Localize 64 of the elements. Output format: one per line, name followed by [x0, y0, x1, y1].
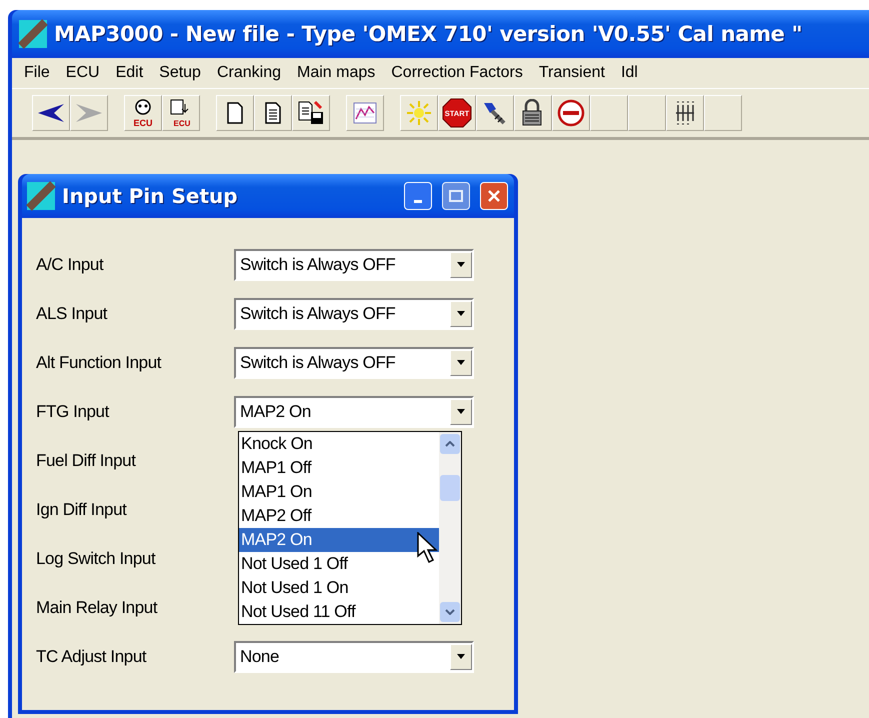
dropdown-field[interactable]: Switch is Always OFF	[234, 249, 474, 281]
chart-icon	[352, 101, 378, 125]
field-label: ALS Input	[36, 304, 108, 324]
dropdown-field[interactable]: Switch is Always OFF	[234, 298, 474, 330]
list-option[interactable]: MAP1 On	[239, 480, 439, 504]
menu-item[interactable]: Edit	[108, 64, 152, 82]
scrollbar[interactable]	[439, 432, 461, 624]
toolbar-button[interactable]	[292, 95, 330, 131]
toolbar-button[interactable]	[32, 95, 70, 131]
menu-item[interactable]: Cranking	[208, 64, 289, 82]
app-icon	[18, 19, 48, 49]
menu-item[interactable]: Main maps	[288, 64, 384, 82]
app-icon	[26, 181, 56, 211]
toolbar-button[interactable]	[666, 95, 704, 131]
menu-item[interactable]: Correction Factors	[383, 64, 531, 82]
maximize-icon	[449, 190, 463, 202]
save-document-icon	[297, 100, 325, 126]
forward-arrow-icon	[74, 102, 104, 124]
list-option[interactable]: MAP1 Off	[239, 456, 439, 480]
field-label: Ign Diff Input	[36, 500, 128, 520]
list-option[interactable]: MAP2 Off	[239, 504, 439, 528]
no-entry-icon	[557, 99, 585, 127]
field-label: Alt Function Input	[36, 353, 162, 373]
field-label: Log Switch Input	[36, 549, 157, 569]
text-document-icon	[263, 101, 283, 125]
minimize-button[interactable]	[404, 182, 432, 210]
gear-shift-icon	[674, 99, 696, 127]
field-label: Main Relay Input	[36, 598, 158, 618]
window-title: MAP3000 - New file - Type 'OMEX 710' version 'V0.55' Cal name "	[54, 22, 802, 46]
maximize-button[interactable]	[442, 182, 470, 210]
dropdown-field[interactable]: None	[234, 641, 474, 673]
close-icon	[487, 189, 501, 203]
sun-icon	[405, 99, 433, 127]
menu-item[interactable]: Idl	[612, 64, 646, 82]
list-option[interactable]: Not Used 11 Off	[239, 600, 439, 624]
field-label: Fuel Diff Input	[36, 451, 137, 471]
close-button[interactable]	[480, 182, 508, 210]
toolbar-button[interactable]	[552, 95, 590, 131]
document-icon	[225, 101, 245, 125]
toolbar-button[interactable]	[514, 95, 552, 131]
toolbar-button[interactable]: ECU	[124, 95, 162, 131]
scroll-up-icon[interactable]	[445, 441, 455, 447]
menu-item[interactable]: Setup	[151, 64, 209, 82]
field-label: A/C Input	[36, 255, 105, 275]
menu-item[interactable]: Transient	[530, 64, 613, 82]
list-option[interactable]: MAP2 On	[239, 528, 439, 552]
toolbar-button[interactable]	[254, 95, 292, 131]
scroll-down-icon[interactable]	[445, 609, 455, 615]
minimize-icon	[414, 200, 422, 202]
back-arrow-icon	[36, 102, 66, 124]
list-option[interactable]: Not Used 1 On	[239, 576, 439, 600]
dropdown-field[interactable]: Switch is Always OFF	[234, 347, 474, 379]
toolbar-button[interactable]: ECU	[162, 95, 200, 131]
dropdown-field[interactable]: MAP2 On	[234, 396, 474, 428]
menu-item[interactable]: File	[16, 64, 58, 82]
scroll-thumb[interactable]	[440, 475, 460, 501]
mouse-pointer-icon	[417, 532, 439, 566]
menu-item[interactable]: ECU	[58, 64, 108, 82]
field-label: FTG Input	[36, 402, 110, 422]
toolbar-button[interactable]	[216, 95, 254, 131]
field-label: TC Adjust Input	[36, 647, 148, 667]
list-option[interactable]: Knock On	[239, 432, 439, 456]
dialog-title: Input Pin Setup	[62, 184, 239, 208]
toolbar-button[interactable]	[476, 95, 514, 131]
